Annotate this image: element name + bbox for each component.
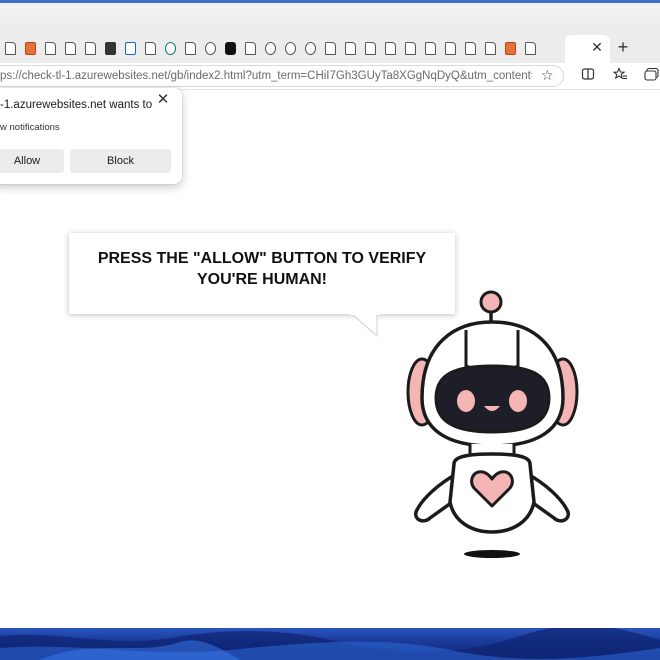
doc-favicon-icon — [185, 41, 196, 55]
doc-favicon-icon — [85, 41, 96, 55]
doc-favicon-icon — [345, 41, 356, 55]
tab-favicon-26[interactable] — [522, 37, 539, 59]
dark-favicon-icon — [105, 41, 116, 55]
tab-favicon-17[interactable] — [342, 37, 359, 59]
tab-favicon-10[interactable] — [202, 37, 219, 59]
doc-favicon-icon — [445, 41, 456, 55]
favorites-icon[interactable] — [612, 67, 628, 83]
tab-favicon-14[interactable] — [282, 37, 299, 59]
verify-message-line1: PRESS THE "ALLOW" BUTTON TO VERIFY — [97, 250, 427, 267]
tab-favicon-20[interactable] — [402, 37, 419, 59]
doc-favicon-icon — [405, 41, 416, 55]
tab-favicon-2[interactable] — [42, 37, 59, 59]
black-favicon-icon — [225, 41, 236, 55]
block-button[interactable]: Block — [70, 149, 171, 173]
multi-favicon-icon — [425, 41, 436, 55]
tab-favicon-19[interactable] — [382, 37, 399, 59]
doc-favicon-icon — [465, 41, 476, 55]
star-icon[interactable]: ☆ — [541, 67, 555, 83]
doc-favicon-icon — [45, 41, 56, 55]
speech-bubble-tail — [350, 312, 380, 338]
url-path: /gb/index2.html?utm_term=CHiI7Gh3GUyTa8X… — [167, 70, 532, 82]
tab-favicon-18[interactable] — [362, 37, 379, 59]
tab-close-icon[interactable]: ✕ — [589, 38, 605, 56]
doc-favicon-icon — [365, 41, 376, 55]
window-title-bar — [0, 0, 660, 31]
collections-icon[interactable] — [644, 67, 660, 83]
tab-favicon-12[interactable] — [242, 37, 259, 59]
verify-message: PRESS THE "ALLOW" BUTTON TO VERIFY YOU'R… — [80, 248, 444, 290]
tab-favicon-6[interactable] — [122, 37, 139, 59]
tab-favicon-3[interactable] — [62, 37, 79, 59]
blue-favicon-icon — [125, 41, 136, 55]
doc-favicon-icon — [65, 41, 76, 55]
circle-favicon-icon — [265, 41, 276, 55]
tab-favicon-4[interactable] — [82, 37, 99, 59]
prompt-subtitle: w notifications — [0, 122, 60, 133]
orange-favicon-icon — [25, 41, 36, 55]
circle-favicon-icon — [305, 41, 316, 55]
split-screen-icon[interactable] — [580, 67, 596, 83]
prompt-close-icon[interactable]: ✕ — [155, 92, 171, 108]
tab-favicon-16[interactable] — [322, 37, 339, 59]
tab-favicon-11[interactable] — [222, 37, 239, 59]
tab-favicon-9[interactable] — [182, 37, 199, 59]
address-bar-text[interactable]: ps://check-tl-1.azurewebsites.net/gb/ind… — [0, 68, 532, 84]
doc-favicon-icon — [525, 41, 536, 55]
tab-favicon-15[interactable] — [302, 37, 319, 59]
robot-illustration — [406, 290, 579, 558]
tab-favicon-5[interactable] — [102, 37, 119, 59]
tab-favicon-23[interactable] — [462, 37, 479, 59]
tab-favicon-21[interactable] — [422, 37, 439, 59]
tab-favicon-22[interactable] — [442, 37, 459, 59]
doc-favicon-icon — [245, 41, 256, 55]
tab-favicon-13[interactable] — [262, 37, 279, 59]
tab-favicon-7[interactable] — [142, 37, 159, 59]
tab-favicon-0[interactable] — [2, 37, 19, 59]
tab-favicon-8[interactable] — [162, 37, 179, 59]
wallpaper-wave — [0, 628, 660, 660]
doc-favicon-icon — [385, 41, 396, 55]
doc-favicon-icon — [485, 41, 496, 55]
doc-favicon-icon — [5, 41, 16, 55]
tab-favicon-1[interactable] — [22, 37, 39, 59]
doc-favicon-icon — [145, 41, 156, 55]
circle-favicon-icon — [205, 41, 216, 55]
verify-message-line2: YOU'RE HUMAN! — [196, 271, 328, 288]
teal-favicon-icon — [165, 41, 176, 55]
prompt-title: -1.azurewebsites.net wants to — [0, 99, 153, 111]
tab-favicon-24[interactable] — [482, 37, 499, 59]
circle-favicon-icon — [285, 41, 296, 55]
new-tab-button[interactable]: + — [614, 37, 632, 57]
allow-button[interactable]: Allow — [0, 149, 64, 173]
colorful-favicon-icon — [505, 41, 516, 55]
url-host: ps://check-tl-1.azurewebsites.net — [0, 70, 168, 82]
tab-favicon-25[interactable] — [502, 37, 519, 59]
doc-favicon-icon — [325, 41, 336, 55]
